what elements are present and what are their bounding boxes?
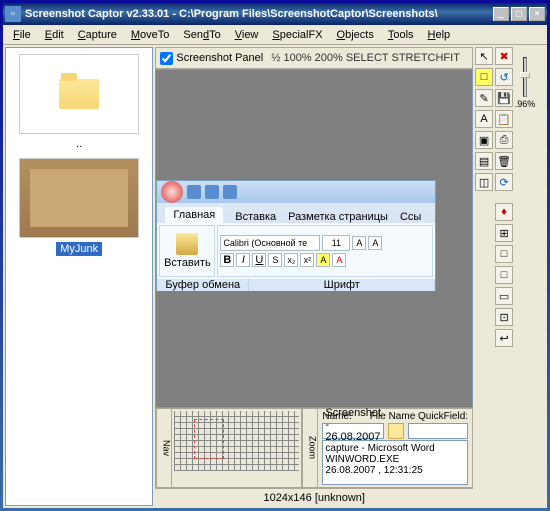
menu-specialfx[interactable]: SpecialFX — [266, 27, 328, 43]
sub-icon: x₂ — [284, 253, 298, 267]
grow-font-icon: A — [352, 236, 366, 250]
thumb-parent[interactable]: .. — [14, 54, 144, 150]
copy-button[interactable]: 📋 — [495, 110, 513, 128]
pen-tool[interactable]: ✎ — [475, 89, 493, 107]
panel-checkbox[interactable]: Screenshot Panel — [160, 52, 263, 65]
window-title: Screenshot Captor v2.33.01 - C:\Program … — [25, 8, 493, 20]
menu-edit[interactable]: Edit — [39, 27, 70, 43]
fit-button[interactable]: ⊡ — [495, 308, 513, 326]
maximize-button[interactable]: □ — [511, 7, 527, 21]
ribbon-tab-ref: Ссы — [400, 211, 421, 223]
crop-button[interactable]: ▭ — [495, 287, 513, 305]
thumb-label-selected: MyJunk — [56, 242, 102, 256]
sup-icon: x² — [300, 253, 314, 267]
slider-thumb[interactable] — [520, 72, 530, 78]
menu-file[interactable]: File — [7, 27, 37, 43]
ribbon-tab-layout: Разметка страницы — [288, 211, 388, 223]
quickfield-input[interactable] — [408, 423, 468, 439]
quickfield-icon[interactable] — [388, 423, 404, 439]
bottom-panel: Nav Zoom Name: File Name QuickField: Scr… — [155, 408, 473, 488]
zoom-label: Zoom — [302, 409, 318, 487]
titlebar[interactable]: ▫ Screenshot Captor v2.33.01 - C:\Progra… — [3, 3, 547, 25]
menu-help[interactable]: Help — [422, 27, 457, 43]
ribbon-tab-insert: Вставка — [235, 211, 276, 223]
strike-icon: S — [268, 253, 282, 267]
text-tool[interactable]: A — [475, 110, 493, 128]
highlight-tool[interactable]: □ — [475, 68, 493, 86]
captured-ribbon: Главная Вставка Разметка страницы Ссы Вс… — [156, 180, 436, 290]
notes-textarea[interactable]: capture - Microsoft Word WINWORD.EXE 26.… — [322, 440, 468, 485]
grid-button[interactable]: ⊞ — [495, 224, 513, 242]
zoom-slider[interactable] — [523, 57, 527, 97]
office-orb-icon — [161, 181, 183, 203]
menu-objects[interactable]: Objects — [331, 27, 380, 43]
zoom-options[interactable]: ½ 100% 200% SELECT STRETCHFIT — [271, 52, 460, 64]
save-button[interactable]: 💾 — [495, 89, 513, 107]
qat-save-icon — [187, 185, 201, 199]
navigator[interactable] — [172, 409, 302, 487]
undo-button[interactable]: ↩ — [495, 329, 513, 347]
panel-chk-input[interactable] — [160, 52, 173, 65]
zoom-value: .96% — [515, 99, 536, 109]
statusbar: 1024x146 [unknown] — [155, 488, 473, 506]
underline-icon: U — [252, 253, 266, 267]
image-tool[interactable]: ▣ — [475, 131, 493, 149]
shrink-font-icon: A — [368, 236, 382, 250]
menubar: File Edit Capture MoveTo SendTo View Spe… — [3, 25, 547, 45]
qat-undo-icon — [205, 185, 219, 199]
italic-icon: I — [236, 253, 250, 267]
app-window: ▫ Screenshot Captor v2.33.01 - C:\Progra… — [3, 3, 547, 508]
menu-sendto[interactable]: SendTo — [177, 27, 226, 43]
view-toolbar: Screenshot Panel ½ 100% 200% SELECT STRE… — [155, 47, 473, 69]
folder-icon — [59, 79, 99, 109]
color-icon: A — [332, 253, 346, 267]
highlight-icon: A — [316, 253, 330, 267]
thumb-preview — [19, 158, 139, 238]
quickfield-label: File Name QuickField: — [370, 411, 468, 422]
menu-view[interactable]: View — [229, 27, 265, 43]
minimize-button[interactable]: _ — [493, 7, 509, 21]
delete-button[interactable]: ✖ — [495, 47, 513, 65]
tool-palette: ↖ □ ✎ A ▣ ▤ ◫ ✖ ↺ 💾 📋 ⎙ 🗑 ⟳ ♦ ⊞ □ □ — [473, 45, 547, 508]
app-icon: ▫ — [5, 6, 21, 22]
close-button[interactable]: × — [529, 7, 545, 21]
ribbon-tab-home: Главная — [165, 207, 223, 223]
rotate-button[interactable]: ↺ — [495, 68, 513, 86]
print-button[interactable]: ⎙ — [495, 131, 513, 149]
thumb-label: .. — [76, 138, 82, 150]
trash-button[interactable]: 🗑 — [495, 152, 513, 170]
size-combo: 11 — [322, 235, 350, 251]
effect-button[interactable]: ♦ — [495, 203, 513, 221]
paste-icon — [176, 233, 198, 255]
menu-moveto[interactable]: MoveTo — [125, 27, 176, 43]
shape-tool[interactable]: ▤ — [475, 152, 493, 170]
nav-label: Nav — [156, 409, 172, 487]
font-combo: Calibri (Основной те — [220, 235, 320, 251]
select-button[interactable]: □ — [495, 245, 513, 263]
bold-icon: B — [220, 253, 234, 267]
thumbnail-panel: .. MyJunk — [5, 47, 153, 506]
menu-capture[interactable]: Capture — [72, 27, 123, 43]
thumb-selected[interactable]: MyJunk — [14, 158, 144, 256]
name-input[interactable]: Screenshot - 26.08.2007 , 1 — [322, 423, 384, 439]
menu-tools[interactable]: Tools — [382, 27, 420, 43]
region-button[interactable]: □ — [495, 266, 513, 284]
refresh-button[interactable]: ⟳ — [495, 173, 513, 191]
canvas-area[interactable]: Главная Вставка Разметка страницы Ссы Вс… — [155, 69, 473, 408]
qat-redo-icon — [223, 185, 237, 199]
frame-tool[interactable]: ◫ — [475, 173, 493, 191]
pointer-tool[interactable]: ↖ — [475, 47, 493, 65]
